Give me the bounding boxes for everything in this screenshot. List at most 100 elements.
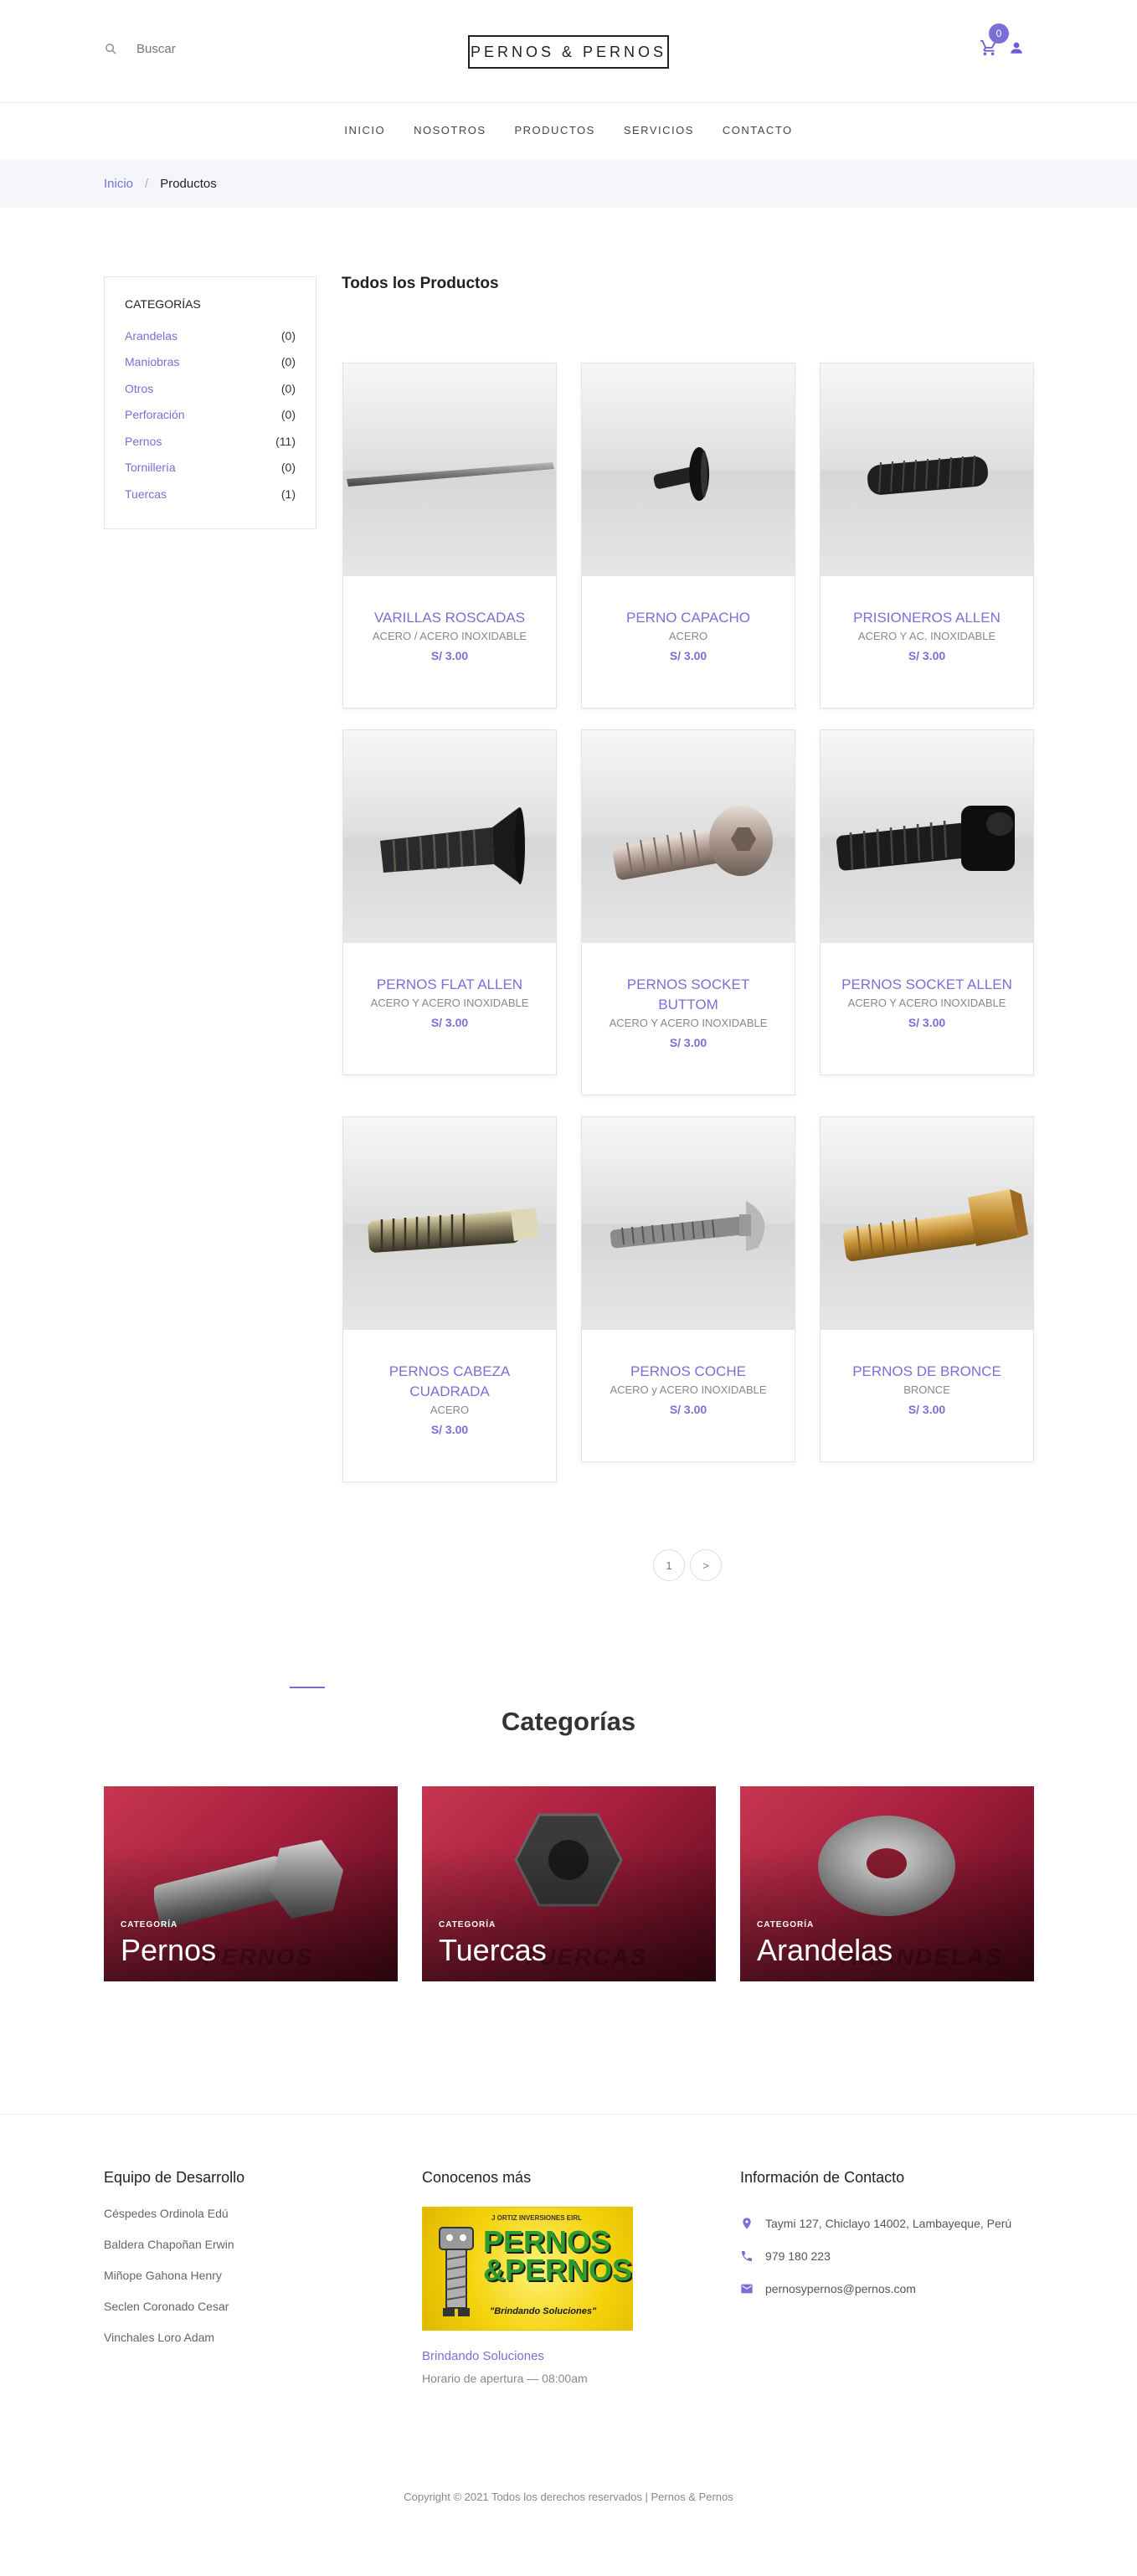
footer-contact-title: Información de Contacto xyxy=(740,2169,905,2186)
sidebar-item-label[interactable]: Tuercas xyxy=(125,487,167,501)
brass-hex-bolt-image[interactable] xyxy=(821,1117,1033,1330)
nav-productos[interactable]: PRODUCTOS xyxy=(515,124,595,137)
button-head-bolt-image[interactable] xyxy=(582,730,795,943)
sidebar-item-tornilleria[interactable]: Tornillería (0) xyxy=(125,455,296,482)
product-title[interactable]: PERNOS COCHE xyxy=(595,1362,781,1382)
main-nav: INICIO NOSOTROS PRODUCTOS SERVICIOS CONT… xyxy=(0,103,1137,157)
sidebar-item-arandelas[interactable]: Arandelas (0) xyxy=(125,322,296,349)
footer-brand-logo[interactable]: J ORTIZ INVERSIONES EIRL PERNOS &PERNOS "… xyxy=(422,2207,633,2331)
team-member: Miñope Gahona Henry xyxy=(104,2269,222,2282)
category-tile-arandelas[interactable]: ARANDELAS CATEGORÍA Arandelas xyxy=(740,1786,1034,1981)
product-price: S/ 3.00 xyxy=(430,1016,469,1029)
phone-text[interactable]: 979 180 223 xyxy=(765,2249,831,2263)
category-tile-pernos[interactable]: PERNOS CATEGORÍA Pernos xyxy=(104,1786,398,1981)
sidebar-item-otros[interactable]: Otros (0) xyxy=(125,375,296,402)
product-card[interactable]: PERNOS SOCKET BUTTOM ACERO Y ACERO INOXI… xyxy=(581,729,795,1095)
product-title[interactable]: PERNOS DE BRONCE xyxy=(834,1362,1020,1382)
site-header: Buscar PERNOS & PERNOS 0 xyxy=(0,0,1137,103)
product-card[interactable]: PRISIONEROS ALLEN ACERO Y AC. INOXIDABLE… xyxy=(820,363,1034,708)
product-title[interactable]: VARILLAS ROSCADAS xyxy=(357,608,543,628)
footer-tagline[interactable]: Brindando Soluciones xyxy=(422,2349,633,2363)
sidebar-item-label[interactable]: Maniobras xyxy=(125,355,179,368)
product-material: ACERO Y ACERO INOXIDABLE xyxy=(370,997,529,1009)
product-card[interactable]: PERNOS CABEZA CUADRADA ACERO S/ 3.00 xyxy=(342,1116,557,1482)
tile-name[interactable]: Tuercas xyxy=(439,1933,547,1968)
product-price: S/ 3.00 xyxy=(669,1403,707,1416)
footer-team-column: Equipo de Desarrollo Céspedes Ordinola E… xyxy=(104,2169,244,2362)
product-card[interactable]: PERNO CAPACHO ACERO S/ 3.00 xyxy=(581,363,795,708)
sidebar-item-label[interactable]: Perforación xyxy=(125,408,185,421)
team-member: Baldera Chapoñan Erwin xyxy=(104,2238,234,2251)
product-card[interactable]: PERNOS FLAT ALLEN ACERO Y ACERO INOXIDAB… xyxy=(342,729,557,1075)
email-text[interactable]: pernosypernos@pernos.com xyxy=(765,2282,916,2295)
sidebar-item-label[interactable]: Pernos xyxy=(125,435,162,448)
cart-count-badge: 0 xyxy=(989,23,1009,44)
sidebar-item-pernos[interactable]: Pernos (11) xyxy=(125,428,296,455)
product-card[interactable]: PERNOS DE BRONCE BRONCE S/ 3.00 xyxy=(820,1116,1034,1462)
footer-divider xyxy=(0,2114,1137,2115)
product-price: S/ 3.00 xyxy=(908,1016,946,1029)
nav-inicio[interactable]: INICIO xyxy=(344,124,385,137)
footer-team-title: Equipo de Desarrollo xyxy=(104,2169,245,2186)
product-price: S/ 3.00 xyxy=(669,1036,707,1049)
search-label: Buscar xyxy=(136,42,176,56)
logo-wordmark: PERNOS &PERNOS xyxy=(483,2224,633,2287)
search-box[interactable]: Buscar xyxy=(104,42,176,56)
footer-hours: Horario de apertura — 08:00am xyxy=(422,2372,588,2385)
breadcrumb-home-link[interactable]: Inicio xyxy=(104,177,133,191)
product-title[interactable]: PRISIONEROS ALLEN xyxy=(834,608,1020,628)
product-title[interactable]: PERNOS FLAT ALLEN xyxy=(357,975,543,995)
logo-slogan: "Brindando Soluciones" xyxy=(490,2306,597,2316)
product-material: ACERO y ACERO INOXIDABLE xyxy=(610,1383,767,1396)
tile-name[interactable]: Arandelas xyxy=(757,1933,893,1968)
nav-servicios[interactable]: SERVICIOS xyxy=(624,124,694,137)
nav-nosotros[interactable]: NOSOTROS xyxy=(414,124,486,137)
sidebar-item-count: (0) xyxy=(280,328,296,343)
logo-company-line: J ORTIZ INVERSIONES EIRL xyxy=(491,2214,583,2222)
breadcrumb: Inicio / Productos xyxy=(0,159,1137,208)
flat-head-bolt-image[interactable] xyxy=(343,730,556,943)
tile-name[interactable]: Pernos xyxy=(121,1933,216,1968)
product-card[interactable]: VARILLAS ROSCADAS ACERO / ACERO INOXIDAB… xyxy=(342,363,557,708)
product-title[interactable]: PERNO CAPACHO xyxy=(595,608,781,628)
sidebar-item-count: (0) xyxy=(280,355,296,369)
category-tile-tuercas[interactable]: TUERCAS CATEGORÍA Tuercas xyxy=(422,1786,716,1981)
sidebar-item-perforacion[interactable]: Perforación (0) xyxy=(125,402,296,429)
mushroom-bolt-image[interactable] xyxy=(582,363,795,576)
square-head-bolt-image[interactable] xyxy=(343,1117,556,1330)
product-price: S/ 3.00 xyxy=(430,649,469,662)
set-screw-image[interactable] xyxy=(821,363,1033,576)
nav-contacto[interactable]: CONTACTO xyxy=(723,124,793,137)
socket-cap-bolt-image[interactable] xyxy=(821,730,1033,943)
product-material: ACERO / ACERO INOXIDABLE xyxy=(372,630,527,642)
sidebar-item-tuercas[interactable]: Tuercas (1) xyxy=(125,481,296,507)
tile-tag: CATEGORÍA xyxy=(757,1920,815,1929)
sidebar-item-label[interactable]: Tornillería xyxy=(125,461,176,474)
site-logo[interactable]: PERNOS & PERNOS xyxy=(468,35,669,69)
contact-phone: 979 180 223 xyxy=(740,2239,1011,2272)
user-icon[interactable] xyxy=(1009,40,1024,55)
team-member: Vinchales Loro Adam xyxy=(104,2331,215,2344)
product-title[interactable]: PERNOS SOCKET BUTTOM xyxy=(595,975,781,1015)
page-1-button[interactable]: 1 xyxy=(653,1549,685,1581)
product-card[interactable]: PERNOS COCHE ACERO y ACERO INOXIDABLE S/… xyxy=(581,1116,795,1462)
team-member: Céspedes Ordinola Edú xyxy=(104,2207,229,2220)
product-material: ACERO xyxy=(668,630,708,642)
product-material: BRONCE xyxy=(903,1383,950,1396)
product-price: S/ 3.00 xyxy=(430,1423,469,1436)
breadcrumb-current: Productos xyxy=(160,176,217,191)
threaded-rod-image[interactable] xyxy=(343,363,556,576)
bolt-mascot-icon xyxy=(439,2227,474,2316)
sidebar-item-label[interactable]: Arandelas xyxy=(125,329,177,343)
product-title[interactable]: PERNOS SOCKET ALLEN xyxy=(834,975,1020,995)
sidebar-item-maniobras[interactable]: Maniobras (0) xyxy=(125,349,296,376)
product-material: ACERO Y AC. INOXIDABLE xyxy=(857,630,996,642)
sidebar-item-count: (11) xyxy=(275,434,296,448)
next-page-button[interactable]: > xyxy=(690,1549,722,1581)
footer-about-title: Conocenos más xyxy=(422,2169,532,2186)
product-card[interactable]: PERNOS SOCKET ALLEN ACERO Y ACERO INOXID… xyxy=(820,729,1034,1075)
tile-tag: CATEGORÍA xyxy=(439,1920,496,1929)
product-title[interactable]: PERNOS CABEZA CUADRADA xyxy=(357,1362,543,1402)
sidebar-item-label[interactable]: Otros xyxy=(125,382,153,395)
carriage-bolt-image[interactable] xyxy=(582,1117,795,1330)
